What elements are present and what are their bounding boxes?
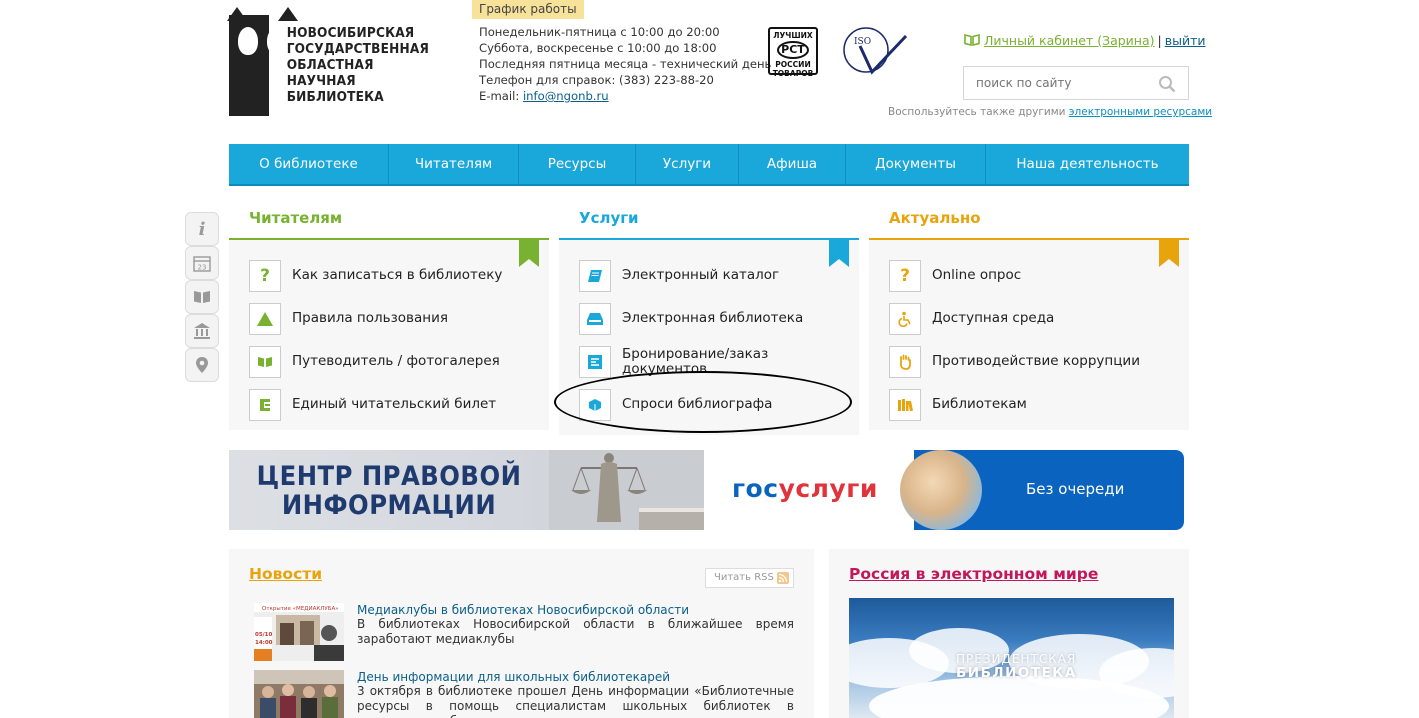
rss-button[interactable]: Читать RSS [705, 568, 794, 588]
no-queue-text: Без очереди [1026, 480, 1125, 498]
calendar-icon[interactable]: 23 [185, 246, 219, 280]
reader-ticket-icon [249, 388, 281, 421]
nav-resources[interactable]: Ресурсы [519, 144, 636, 184]
svg-text:14:00: 14:00 [255, 640, 273, 646]
info-icon[interactable]: i [185, 212, 219, 246]
svg-text:23: 23 [198, 264, 207, 272]
news-item[interactable]: День информации для школьных библиотекар… [254, 670, 794, 718]
rss-icon [777, 572, 789, 584]
catalog-book-icon [579, 259, 611, 292]
location-pin-icon[interactable] [185, 348, 219, 382]
schedule-info: Понедельник-пятница с 10:00 до 20:00 Суб… [479, 24, 771, 104]
nav-readers[interactable]: Читателям [389, 144, 519, 184]
services-item-elibrary[interactable]: Электронная библиотека [579, 297, 859, 340]
presidential-library-banner[interactable]: ПРЕЗИДЕНТСКАЯ БИБЛИОТЕКА [849, 598, 1174, 718]
scales-of-justice-icon [549, 450, 704, 530]
open-book-icon [249, 345, 281, 378]
main-navigation: О библиотеке Читателям Ресурсы Услуги Аф… [229, 144, 1189, 184]
schedule-tech-day: Последняя пятница месяца - технический д… [479, 57, 772, 71]
bookmark-icon [1159, 239, 1179, 267]
news-section: Новости Читать RSS Открытие «МЕДИАКЛУБА»… [229, 549, 814, 718]
readers-item-ticket[interactable]: Единый читательский билет [249, 383, 549, 426]
russia-digital-section: Россия в электронном мире ПРЕЗИДЕНТСКАЯ … [829, 549, 1189, 718]
presidential-library-title: ПРЕЗИДЕНТСКАЯ БИБЛИОТЕКА [956, 652, 1077, 681]
svg-text:ISO: ISO [854, 37, 871, 47]
museum-building-icon[interactable] [185, 314, 219, 348]
other-resources-note: Воспользуйтесь также другими электронным… [888, 106, 1213, 118]
email-label: E-mail: [479, 89, 523, 103]
news-thumbnail [254, 670, 344, 718]
personal-cabinet-link[interactable]: Личный кабинет (Зарина) [984, 33, 1155, 48]
nav-services[interactable]: Услуги [636, 144, 739, 184]
services-item-catalog[interactable]: Электронный каталог [579, 254, 859, 297]
library-name: НОВОСИБИРСКАЯ ГОСУДАРСТВЕННАЯ ОБЛАСТНАЯ … [286, 25, 429, 105]
news-heading[interactable]: Новости [249, 565, 322, 583]
news-thumbnail: Открытие «МЕДИАКЛУБА» 05/10 14:00 [254, 603, 344, 661]
nav-events[interactable]: Афиша [739, 144, 846, 184]
bookmark-icon [519, 239, 539, 267]
russia-heading[interactable]: Россия в электронном мире [849, 565, 1098, 583]
nav-activity[interactable]: Наша деятельность [986, 144, 1189, 184]
search-input[interactable] [964, 67, 1144, 99]
actual-item-survey[interactable]: ? Online опрос [889, 254, 1189, 297]
actual-column: Актуально ? Online опрос Доступная среда… [869, 200, 1189, 430]
document-order-icon [579, 345, 611, 378]
schedule-weekend: Суббота, воскресенье с 10:00 до 18:00 [479, 41, 717, 55]
gosuslugi-logo: госуслуги [732, 474, 878, 503]
question-icon: ? [249, 259, 281, 292]
search-icon[interactable] [1158, 75, 1176, 93]
actual-item-libraries[interactable]: Библиотекам [889, 383, 1189, 426]
bookmark-icon [829, 239, 849, 267]
legal-info-center-banner[interactable]: ЦЕНТР ПРАВОВОЙ ИНФОРМАЦИИ [229, 450, 704, 530]
side-quick-links: i 23 [185, 206, 219, 382]
gosuslugi-banner[interactable]: госуслуги Без очереди [704, 450, 1184, 530]
services-heading: Услуги [579, 209, 639, 227]
triangle-icon [249, 302, 281, 335]
tray-icon [579, 302, 611, 335]
iso-certificate-icon: ISO [840, 26, 910, 78]
annotation-ellipse [554, 371, 852, 433]
actual-item-anticorruption[interactable]: Противодействие коррупции [889, 340, 1189, 383]
open-book-icon [964, 34, 980, 46]
hand-stop-icon [889, 345, 921, 378]
email-link[interactable]: info@ngonb.ru [523, 89, 609, 103]
nav-about[interactable]: О библиотеке [229, 144, 389, 184]
bookshelf-icon [889, 388, 921, 421]
account-bar: Личный кабинет (Зарина) | выйти [964, 33, 1206, 48]
readers-column: Читателям ? Как записаться в библиотеку … [229, 200, 549, 430]
actual-heading: Актуально [889, 209, 981, 227]
readers-heading: Читателям [249, 209, 343, 227]
readers-item-guide[interactable]: Путеводитель / фотогалерея [249, 340, 549, 383]
travelers-photo [900, 450, 982, 530]
svg-text:Открытие «МЕДИАКЛУБА»: Открытие «МЕДИАКЛУБА» [262, 606, 339, 612]
news-item[interactable]: Открытие «МЕДИАКЛУБА» 05/10 14:00 Медиак… [254, 603, 794, 661]
schedule-weekdays: Понедельник-пятница с 10:00 до 20:00 [479, 25, 720, 39]
wheelchair-icon [889, 302, 921, 335]
svg-text:05/10: 05/10 [255, 632, 272, 638]
library-logo[interactable]: НОВОСИБИРСКАЯ ГОСУДАРСТВЕННАЯ ОБЛАСТНАЯ … [227, 7, 429, 117]
schedule-phone: Телефон для справок: (383) 223-88-20 [479, 73, 714, 87]
logout-link[interactable]: выйти [1165, 33, 1206, 48]
readers-item-signup[interactable]: ? Как записаться в библиотеку [249, 254, 549, 297]
question-icon: ? [889, 259, 921, 292]
site-search [963, 66, 1189, 100]
schedule-badge: График работы [472, 0, 584, 19]
book-icon[interactable] [185, 280, 219, 314]
actual-item-accessibility[interactable]: Доступная среда [889, 297, 1189, 340]
readers-item-rules[interactable]: Правила пользования [249, 297, 549, 340]
best-100-goods-badge: ЛУЧШИХ РСТ РОССИИ ТОВАРОВ [768, 27, 818, 78]
owl-logo-icon [227, 7, 298, 116]
electronic-resources-link[interactable]: электронными ресурсами [1069, 106, 1212, 118]
nav-documents[interactable]: Документы [846, 144, 986, 184]
